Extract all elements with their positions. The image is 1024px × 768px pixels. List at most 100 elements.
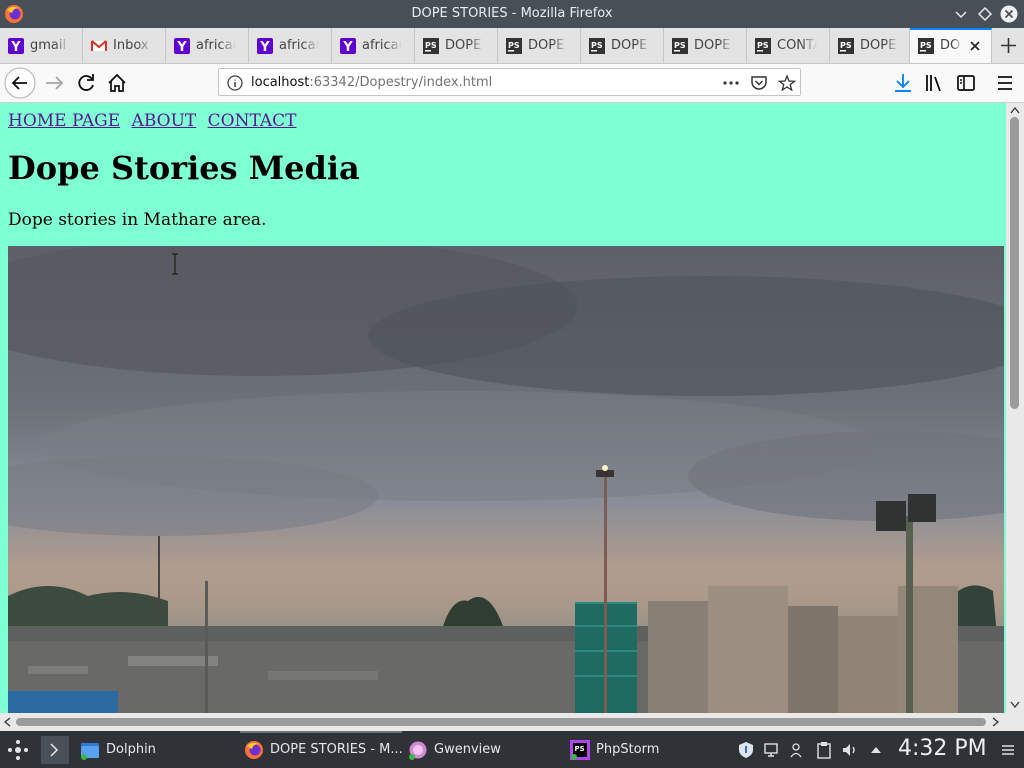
yahoo-icon: Y xyxy=(174,38,190,54)
svg-text:PS: PS xyxy=(425,41,437,50)
url-host: localhost xyxy=(251,75,310,90)
tab-label: DOPE S xyxy=(860,38,900,53)
tab-label: african xyxy=(362,38,402,53)
forward-icon[interactable] xyxy=(40,69,68,97)
tab-dope-1[interactable]: PS DOPE S xyxy=(415,28,498,63)
maximize-icon[interactable] xyxy=(976,5,994,23)
taskbar-item-label: Gwenview xyxy=(434,742,501,757)
app-launcher-icon[interactable] xyxy=(6,738,30,762)
scroll-up-icon[interactable] xyxy=(1010,106,1020,114)
tab-label: Inbox xyxy=(113,38,149,53)
tab-label: DOPE xyxy=(940,38,962,53)
tab-label: DOPE S xyxy=(528,38,568,53)
tab-african-2[interactable]: Y african xyxy=(249,28,332,63)
text-cursor-icon xyxy=(172,253,178,275)
tab-contact[interactable]: PS CONTA xyxy=(747,28,830,63)
svg-text:Y: Y xyxy=(259,40,270,54)
reload-icon[interactable] xyxy=(72,69,100,97)
scroll-left-icon[interactable] xyxy=(3,717,11,727)
phpstorm-icon: PS xyxy=(755,38,771,54)
security-shield-icon[interactable] xyxy=(737,741,755,759)
tab-inbox[interactable]: Inbox xyxy=(83,28,166,63)
tab-dope-active[interactable]: PS DOPE xyxy=(910,28,992,63)
taskbar-item-dolphin[interactable]: Dolphin xyxy=(76,731,236,768)
gmail-icon xyxy=(91,40,107,51)
taskbar-item-label: PhpStorm xyxy=(596,742,660,757)
downloads-icon[interactable] xyxy=(889,69,917,97)
clipboard-icon[interactable] xyxy=(815,741,833,759)
nav-contact-link[interactable]: CONTACT xyxy=(208,111,297,131)
page-actions-icon[interactable] xyxy=(722,75,740,91)
window-title: DOPE STORIES - Mozilla Firefox xyxy=(411,6,613,21)
taskbar-item-phpstorm[interactable]: PS PhpStorm xyxy=(566,731,726,768)
back-icon[interactable] xyxy=(4,67,36,99)
url-path: :63342/Dopestry/index.html xyxy=(309,75,493,90)
phpstorm-icon: PS xyxy=(918,38,934,54)
scroll-down-icon[interactable] xyxy=(1010,701,1020,709)
svg-text:Y: Y xyxy=(342,40,353,54)
tab-label: DOPE S xyxy=(694,38,734,53)
taskbar-item-label: DOPE STORIES - M... xyxy=(270,742,403,757)
phpstorm-icon: PS xyxy=(423,38,439,54)
site-nav: HOME PAGE ABOUT CONTACT xyxy=(8,111,303,131)
tab-dope-5[interactable]: PS DOPE S xyxy=(830,28,910,63)
phpstorm-icon: PS xyxy=(589,38,605,54)
svg-text:PS: PS xyxy=(920,41,932,50)
vertical-scrollbar[interactable] xyxy=(1006,103,1024,713)
svg-text:PS: PS xyxy=(508,41,520,50)
page-viewport: HOME PAGE ABOUT CONTACT Dope Stories Med… xyxy=(0,103,1006,713)
close-tab-icon[interactable] xyxy=(968,39,982,53)
tab-dope-4[interactable]: PS DOPE S xyxy=(664,28,747,63)
svg-text:PS: PS xyxy=(840,41,852,50)
tab-dope-3[interactable]: PS DOPE S xyxy=(581,28,664,63)
hero-image-mathare-skyline xyxy=(8,246,1004,713)
close-window-icon[interactable] xyxy=(1000,5,1018,23)
phpstorm-icon: PS xyxy=(838,38,854,54)
clock[interactable]: 4:32 PM xyxy=(898,736,987,761)
svg-text:Y: Y xyxy=(176,40,187,54)
nav-home-link[interactable]: HOME PAGE xyxy=(8,111,120,131)
tray-expand-icon[interactable] xyxy=(867,741,885,759)
network-icon[interactable] xyxy=(763,741,781,759)
sidebar-icon[interactable] xyxy=(952,69,980,97)
tab-african-3[interactable]: Y african xyxy=(332,28,415,63)
info-icon[interactable] xyxy=(227,75,243,91)
hamburger-menu-icon[interactable] xyxy=(991,69,1019,97)
page-tagline: Dope stories in Mathare area. xyxy=(8,210,267,230)
user-switch-icon[interactable] xyxy=(789,741,807,759)
tab-label: gmail xyxy=(30,38,67,53)
scroll-right-icon[interactable] xyxy=(992,717,1000,727)
tab-label: african xyxy=(196,38,236,53)
tab-gmail[interactable]: Y gmail xyxy=(0,28,83,63)
bookmark-star-icon[interactable] xyxy=(778,75,796,91)
pocket-icon[interactable] xyxy=(750,75,768,91)
horizontal-scrollbar[interactable] xyxy=(0,713,1024,731)
svg-text:PS: PS xyxy=(575,745,585,753)
tab-african-1[interactable]: Y african xyxy=(166,28,249,63)
tab-label: DOPE S xyxy=(611,38,651,53)
phpstorm-icon: PS xyxy=(672,38,688,54)
dolphin-icon xyxy=(81,743,99,760)
tab-label: DOPE S xyxy=(445,38,485,53)
panel-menu-icon[interactable] xyxy=(999,741,1017,759)
url-text[interactable]: localhost:63342/Dopestry/index.html xyxy=(251,75,492,90)
taskbar-item-gwenview[interactable]: Gwenview xyxy=(404,731,564,768)
terminal-icon[interactable] xyxy=(40,735,70,765)
tab-label: CONTA xyxy=(777,38,817,53)
taskbar-item-firefox[interactable]: DOPE STORIES - M... xyxy=(240,731,403,768)
nav-about-link[interactable]: ABOUT xyxy=(132,111,197,131)
volume-icon[interactable] xyxy=(841,741,859,759)
minimize-icon[interactable] xyxy=(952,5,970,23)
taskbar-item-label: Dolphin xyxy=(106,742,156,757)
navigation-toolbar: localhost:63342/Dopestry/index.html xyxy=(0,64,1024,103)
tab-dope-2[interactable]: PS DOPE S xyxy=(498,28,581,63)
yahoo-icon: Y xyxy=(8,38,24,54)
yahoo-icon: Y xyxy=(340,38,356,54)
new-tab-icon[interactable] xyxy=(993,28,1024,63)
vertical-scroll-thumb[interactable] xyxy=(1010,117,1019,409)
library-icon[interactable] xyxy=(921,69,949,97)
horizontal-scroll-thumb[interactable] xyxy=(16,718,986,726)
svg-text:PS: PS xyxy=(591,41,603,50)
url-bar[interactable]: localhost:63342/Dopestry/index.html xyxy=(218,68,801,96)
home-icon[interactable] xyxy=(103,69,131,97)
